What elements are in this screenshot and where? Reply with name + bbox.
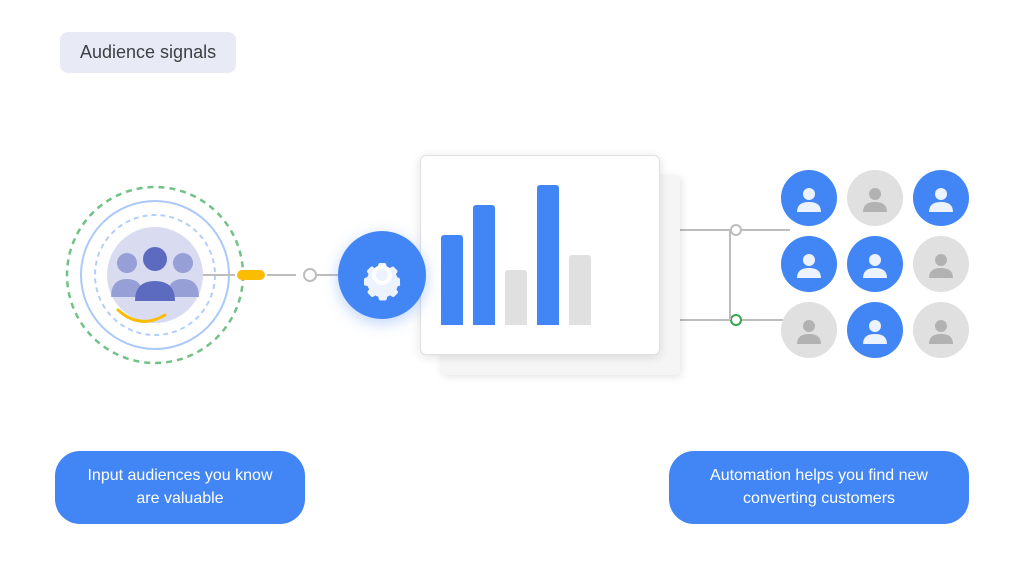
avatar-1-3 <box>913 170 969 226</box>
caption-right: Automation helps you find new converting… <box>669 451 969 524</box>
avatar-3-2 <box>847 302 903 358</box>
caption-left-text: Input audiences you know are valuable <box>87 467 272 506</box>
avatar-1-2 <box>847 170 903 226</box>
caption-left: Input audiences you know are valuable <box>55 451 305 524</box>
bar-3 <box>505 270 527 325</box>
dashboard-section <box>420 155 680 375</box>
gear-automation <box>338 231 426 319</box>
avatar-2-3 <box>913 236 969 292</box>
bar-2 <box>473 205 495 325</box>
bar-4 <box>537 185 559 325</box>
people-grid <box>781 170 969 358</box>
bar-5 <box>569 255 591 325</box>
avatar-3-1 <box>781 302 837 358</box>
avatar-2-2 <box>847 236 903 292</box>
dashboard-panel <box>420 155 660 355</box>
avatar-1-1 <box>781 170 837 226</box>
avatar-2-1 <box>781 236 837 292</box>
people-grid-section <box>781 170 969 358</box>
title-text: Audience signals <box>80 42 216 62</box>
avatar-3-3 <box>913 302 969 358</box>
caption-right-text: Automation helps you find new converting… <box>710 467 928 506</box>
title-badge: Audience signals <box>60 32 236 73</box>
page-container: Audience signals <box>0 0 1024 569</box>
bar-1 <box>441 235 463 325</box>
audience-icon <box>107 245 203 310</box>
